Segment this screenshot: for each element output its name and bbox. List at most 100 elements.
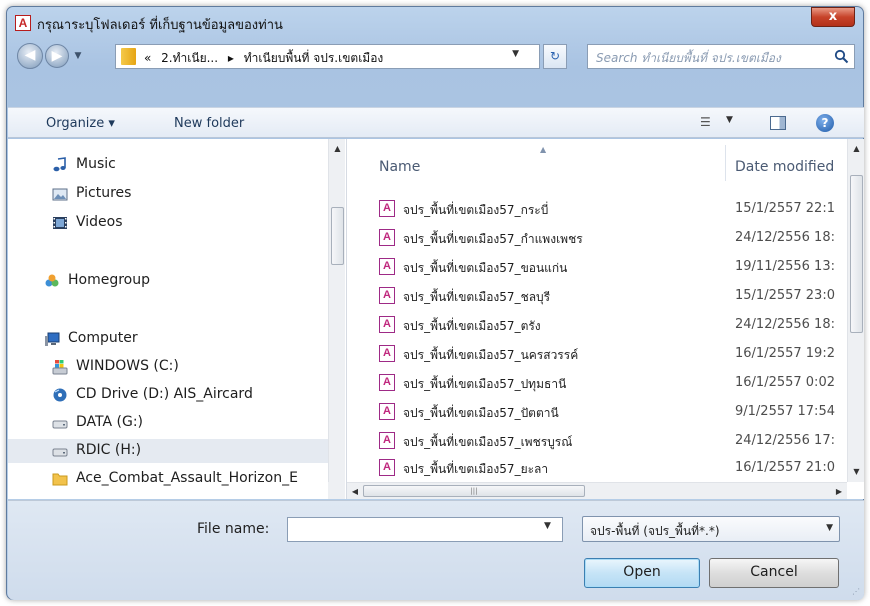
search-icon[interactable] <box>834 49 849 64</box>
file-row[interactable]: A จปร_พื้นที่เขตเมือง57_กระบี่ 15/1/2557… <box>347 197 847 221</box>
file-type-value: จปร-พื้นที่ (จปร_พื้นที่*.*) <box>590 524 720 538</box>
breadcrumb-current[interactable]: ทำเนียบพื้นที่ จปร.เขตเมือง <box>244 51 384 65</box>
file-row[interactable]: A จปร_พื้นที่เขตเมือง57_ปัตตานี 9/1/2557… <box>347 400 847 424</box>
cd-drive-icon <box>53 388 67 402</box>
nav-item-ace-combat-folder[interactable]: Ace_Combat_Assault_Horizon_E <box>8 467 328 491</box>
file-row[interactable]: A จปร_พื้นที่เขตเมือง57_นครสวรรค์ 16/1/2… <box>347 342 847 366</box>
music-icon <box>53 157 66 172</box>
nav-item-label: Computer <box>68 330 138 346</box>
nav-scroll-thumb[interactable] <box>331 207 344 265</box>
recent-locations-button[interactable]: ▼ <box>71 48 85 64</box>
title-bar[interactable]: A กรุณาระบุโฟลเดอร์ ที่เก็บฐานข้อมูลของท… <box>7 7 863 37</box>
folder-icon <box>121 48 136 65</box>
file-date: 24/12/2556 17: <box>735 433 835 448</box>
column-header-date-modified[interactable]: Date modified <box>735 159 834 175</box>
file-name: จปร_พื้นที่เขตเมือง57_ขอนแก่น <box>403 261 568 275</box>
nav-item-rdic-drive[interactable]: RDIC (H:) <box>8 439 328 463</box>
folder-icon <box>52 473 68 486</box>
file-name-input[interactable] <box>287 517 563 542</box>
pdf-file-icon: A <box>379 374 395 391</box>
file-name-dropdown-icon[interactable]: ▼ <box>544 521 551 531</box>
nav-item-label: WINDOWS (C:) <box>76 358 179 374</box>
file-row[interactable]: A จปร_พื้นที่เขตเมือง57_ขอนแก่น 19/11/25… <box>347 255 847 279</box>
nav-item-homegroup[interactable]: Homegroup <box>8 269 328 293</box>
back-button[interactable]: ◀ <box>17 43 43 69</box>
file-list-horizontal-scrollbar[interactable]: ◀ ||| ▶ <box>347 482 847 499</box>
breadcrumb-separator[interactable]: ▸ <box>228 51 234 65</box>
pdf-file-icon: A <box>379 316 395 333</box>
file-date: 16/1/2557 0:02 <box>735 375 835 390</box>
address-bar[interactable]: « 2.ทำเนีย... ▸ ทำเนียบพื้นที่ จปร.เขตเม… <box>115 44 540 69</box>
nav-item-label: Homegroup <box>68 272 151 288</box>
pdf-file-icon: A <box>379 403 395 420</box>
file-name: จปร_พื้นที่เขตเมือง57_นครสวรรค์ <box>403 348 579 362</box>
nav-item-windows-drive[interactable]: WINDOWS (C:) <box>8 355 328 379</box>
file-list-scroll-thumb[interactable] <box>850 175 863 333</box>
nav-item-label: Music <box>76 156 116 172</box>
preview-pane-icon[interactable] <box>770 116 786 130</box>
organize-button[interactable]: Organize ▾ <box>46 116 115 131</box>
scroll-down-arrow-icon[interactable]: ▼ <box>848 464 864 480</box>
pdf-file-icon: A <box>379 287 395 304</box>
file-date: 15/1/2557 22:1 <box>735 201 835 216</box>
window-title: กรุณาระบุโฟลเดอร์ ที่เก็บฐานข้อมูลของท่า… <box>37 18 283 33</box>
nav-item-pictures[interactable]: Pictures <box>8 182 328 206</box>
sort-indicator-icon: ▲ <box>540 145 547 154</box>
nav-item-computer[interactable]: Computer <box>8 327 328 351</box>
search-input[interactable]: Search ทำเนียบพื้นที่ จปร.เขตเมือง <box>587 44 855 69</box>
file-row[interactable]: A จปร_พื้นที่เขตเมือง57_ตรัง 24/12/2556 … <box>347 313 847 337</box>
refresh-button[interactable]: ↻ <box>543 44 567 69</box>
close-button[interactable]: x <box>811 7 855 27</box>
cancel-button[interactable]: Cancel <box>709 558 839 588</box>
resize-grip-icon[interactable]: ⋰ <box>852 587 860 596</box>
nav-item-label: RDIC (H:) <box>76 442 142 458</box>
file-date: 19/11/2556 13: <box>735 259 835 274</box>
file-name: จปร_พื้นที่เขตเมือง57_กระบี่ <box>403 203 549 217</box>
navigation-pane: Music Pictures Videos Homegroup Computer <box>8 139 346 499</box>
file-name: จปร_พื้นที่เขตเมือง57_เพชรบูรณ์ <box>403 435 573 449</box>
file-row[interactable]: A จปร_พื้นที่เขตเมือง57_กำแพงเพชร 24/12/… <box>347 226 847 250</box>
file-row[interactable]: A จปร_พื้นที่เขตเมือง57_ชลบุรี 15/1/2557… <box>347 284 847 308</box>
new-folder-button[interactable]: New folder <box>174 116 244 131</box>
homegroup-icon <box>45 274 59 287</box>
view-options-dropdown-icon[interactable]: ▼ <box>726 115 733 125</box>
file-type-select[interactable]: จปร-พื้นที่ (จปร_พื้นที่*.*) ▼ <box>582 516 840 542</box>
nav-item-music[interactable]: Music <box>8 153 328 177</box>
file-row[interactable]: A จปร_พื้นที่เขตเมือง57_เพชรบูรณ์ 24/12/… <box>347 429 847 453</box>
pdf-file-icon: A <box>379 200 395 217</box>
help-icon[interactable]: ? <box>816 114 834 132</box>
scroll-right-arrow-icon[interactable]: ▶ <box>831 483 847 499</box>
nav-pane-scroll-corner <box>328 482 345 499</box>
file-row[interactable]: A จปร_พื้นที่เขตเมือง57_ปทุมธานี 16/1/25… <box>347 371 847 395</box>
file-name: จปร_พื้นที่เขตเมือง57_ชลบุรี <box>403 290 551 304</box>
chevron-down-icon: ▼ <box>826 523 833 533</box>
breadcrumb-overflow[interactable]: « <box>144 51 151 65</box>
file-name: จปร_พื้นที่เขตเมือง57_ปทุมธานี <box>403 377 567 391</box>
nav-item-data-drive[interactable]: DATA (G:) <box>8 411 328 435</box>
file-date: 24/12/2556 18: <box>735 230 835 245</box>
address-dropdown-icon[interactable]: ▼ <box>512 49 519 59</box>
scroll-up-arrow-icon[interactable]: ▲ <box>329 141 346 157</box>
open-button[interactable]: Open <box>584 558 700 588</box>
forward-button[interactable]: ▶ <box>45 44 69 68</box>
file-date: 9/1/2557 17:54 <box>735 404 835 419</box>
nav-item-videos[interactable]: Videos <box>8 211 328 235</box>
change-view-icon[interactable]: ☰ <box>700 115 716 129</box>
scroll-up-arrow-icon[interactable]: ▲ <box>848 141 864 157</box>
breadcrumb-parent[interactable]: 2.ทำเนีย... <box>161 51 218 65</box>
column-divider[interactable] <box>725 145 726 181</box>
file-name: จปร_พื้นที่เขตเมือง57_กำแพงเพชร <box>403 232 583 246</box>
column-header-name[interactable]: Name <box>379 159 420 175</box>
navigation-bar: ◀ ▶ ▼ « 2.ทำเนีย... ▸ ทำเนียบพื้นที่ จปร… <box>7 38 863 74</box>
breadcrumb[interactable]: « 2.ทำเนีย... ▸ ทำเนียบพื้นที่ จปร.เขตเม… <box>144 49 389 68</box>
search-placeholder: Search ทำเนียบพื้นที่ จปร.เขตเมือง <box>596 51 781 65</box>
drive-icon <box>52 448 68 457</box>
file-name-label: File name: <box>197 521 270 537</box>
file-row[interactable]: A จปร_พื้นที่เขตเมือง57_ยะลา 16/1/2557 2… <box>347 456 847 480</box>
nav-pane-scrollbar[interactable]: ▲ <box>328 139 345 499</box>
pdf-file-icon: A <box>379 229 395 246</box>
file-list-vertical-scrollbar[interactable]: ▲ ▼ <box>847 139 864 482</box>
scroll-left-arrow-icon[interactable]: ◀ <box>347 483 363 499</box>
nav-item-cd-drive[interactable]: CD Drive (D:) AIS_Aircard <box>8 383 328 407</box>
horizontal-scroll-thumb[interactable]: ||| <box>363 485 585 497</box>
